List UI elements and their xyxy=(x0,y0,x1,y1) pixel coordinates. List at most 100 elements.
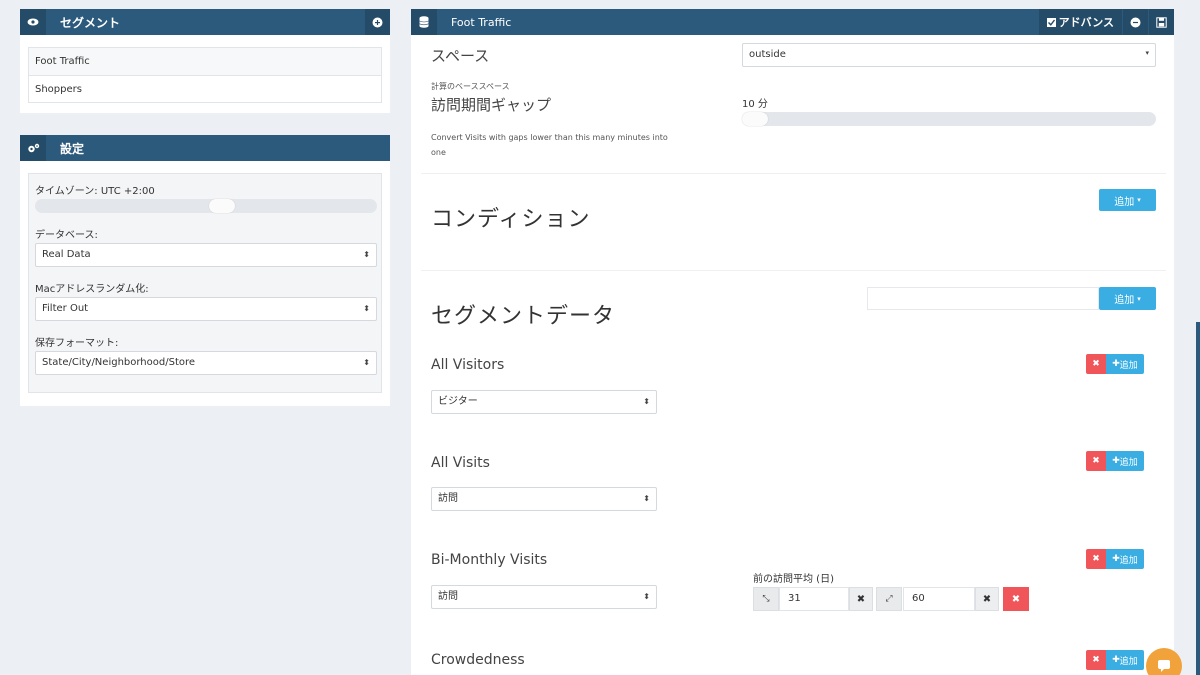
database-select-value: Real Data xyxy=(42,249,91,260)
segments-panel-title: セグメント xyxy=(60,15,121,30)
settings-panel: 設定 タイムゾーン: UTC +2:00 データベース: Real Data ⬍… xyxy=(20,135,390,406)
plus-icon: ✚ xyxy=(1112,456,1120,466)
main-panel: Foot Traffic アドバンス スペース outside ▾ 計算のベース… xyxy=(411,9,1174,675)
database-select[interactable]: Real Data ⬍ xyxy=(35,243,377,267)
visit-gap-help: Convert Visits with gaps lower than this… xyxy=(431,133,668,157)
space-label: スペース xyxy=(431,47,490,65)
mac-randomization-select[interactable]: Filter Out ⬍ xyxy=(35,297,377,321)
visit-gap-slider-knob[interactable] xyxy=(742,112,768,126)
visit-gap-slider[interactable] xyxy=(742,112,1156,126)
eye-icon xyxy=(20,9,46,35)
timezone-slider-knob[interactable] xyxy=(208,199,235,213)
plus-circle-icon[interactable] xyxy=(364,9,390,35)
visit-gap-value: 10 分 xyxy=(742,99,768,110)
chat-icon[interactable] xyxy=(1146,648,1182,675)
database-icon xyxy=(411,9,437,35)
save-format-select[interactable]: State/City/Neighborhood/Store ⬍ xyxy=(35,351,377,375)
row-all-visitors-title: All Visitors xyxy=(431,357,505,373)
plus-icon: ✚ xyxy=(1112,655,1120,665)
divider xyxy=(421,173,1166,174)
avg-max-input[interactable]: 60 xyxy=(903,587,975,611)
row-all-visitors-select[interactable]: ビジター ⬍ xyxy=(431,390,657,414)
save-icon[interactable] xyxy=(1148,9,1174,35)
add-condition-button[interactable]: 追加 ▾ xyxy=(1099,189,1156,211)
compress-icon: ⤡ xyxy=(753,587,779,611)
segments-panel: セグメント Foot Traffic Shoppers xyxy=(20,9,390,113)
divider xyxy=(421,270,1166,271)
row-all-visits-select[interactable]: 訪問 ⬍ xyxy=(431,487,657,511)
caret-down-icon: ▾ xyxy=(1137,294,1141,303)
close-icon: ✖ xyxy=(1092,456,1100,466)
plus-icon: ✚ xyxy=(1112,359,1120,369)
delete-range-button[interactable]: ✖ xyxy=(1003,587,1029,611)
add-condition-label: 追加 xyxy=(1114,196,1135,208)
space-select-value: outside xyxy=(749,49,786,60)
chevron-down-icon: ▾ xyxy=(1145,49,1149,57)
close-icon: ✖ xyxy=(1092,655,1100,665)
add-segment-data-button[interactable]: 追加 ▾ xyxy=(1099,287,1156,310)
segments-panel-header: セグメント xyxy=(20,9,390,35)
settings-panel-title: 設定 xyxy=(60,141,85,156)
main-panel-header: Foot Traffic アドバンス xyxy=(411,9,1174,35)
remove-row-button[interactable]: ✖ xyxy=(1086,451,1106,471)
page-scrollbar[interactable] xyxy=(1196,322,1200,675)
close-icon: ✖ xyxy=(856,593,866,605)
select-arrows-icon: ⬍ xyxy=(363,358,370,367)
row-bimonthly-visits-select[interactable]: 訪問 ⬍ xyxy=(431,585,657,609)
add-row-item-label: 追加 xyxy=(1119,656,1138,667)
row-bimonthly-visits-select-value: 訪問 xyxy=(438,591,458,602)
timezone-slider[interactable] xyxy=(35,199,377,213)
add-row-item-label: 追加 xyxy=(1119,457,1138,468)
mac-randomization-select-value: Filter Out xyxy=(42,303,89,314)
row-crowdedness-title: Crowdedness xyxy=(431,652,525,668)
close-icon: ✖ xyxy=(982,593,992,605)
row-bimonthly-visits-title: Bi-Monthly Visits xyxy=(431,552,548,568)
caret-down-icon: ▾ xyxy=(1137,196,1141,204)
save-format-select-value: State/City/Neighborhood/Store xyxy=(42,357,196,368)
add-row-item-button[interactable]: ✚ 追加 xyxy=(1106,549,1144,569)
close-icon: ✖ xyxy=(1011,593,1021,605)
database-label: データベース: xyxy=(35,230,98,241)
select-arrows-icon: ⬍ xyxy=(363,250,370,259)
base-space-label: 計算のベーススペース xyxy=(431,82,510,91)
clear-min-button[interactable]: ✖ xyxy=(849,587,873,611)
conditions-title: コンディション xyxy=(431,207,591,232)
checkbox-icon xyxy=(1046,17,1056,27)
add-row-item-label: 追加 xyxy=(1119,555,1138,566)
save-format-label: 保存フォーマット: xyxy=(35,338,119,349)
advanced-toggle[interactable]: アドバンス xyxy=(1037,9,1122,35)
add-row-item-button[interactable]: ✚ 追加 xyxy=(1106,354,1144,374)
clear-max-button[interactable]: ✖ xyxy=(975,587,999,611)
visit-gap-label: 訪問期間ギャップ xyxy=(431,96,552,114)
select-arrows-icon: ⬍ xyxy=(643,592,650,601)
select-arrows-icon: ⬍ xyxy=(643,494,650,503)
avg-previous-visit-label: 前の訪問平均 (日) xyxy=(753,574,834,585)
minus-circle-icon[interactable] xyxy=(1122,9,1148,35)
remove-row-button[interactable]: ✖ xyxy=(1086,549,1106,569)
close-icon: ✖ xyxy=(1092,359,1100,369)
add-segment-data-label: 追加 xyxy=(1114,295,1135,306)
segment-data-input[interactable] xyxy=(867,287,1099,310)
row-all-visits-select-value: 訪問 xyxy=(438,493,458,504)
remove-row-button[interactable]: ✖ xyxy=(1086,354,1106,374)
select-arrows-icon: ⬍ xyxy=(643,397,650,406)
timezone-label: タイムゾーン: UTC +2:00 xyxy=(35,186,155,197)
expand-icon: ⤢ xyxy=(876,587,902,611)
add-row-item-label: 追加 xyxy=(1119,360,1138,371)
segment-item-foot-traffic[interactable]: Foot Traffic xyxy=(29,48,381,75)
remove-row-button[interactable]: ✖ xyxy=(1086,650,1106,670)
select-arrows-icon: ⬍ xyxy=(363,304,370,313)
settings-box: タイムゾーン: UTC +2:00 データベース: Real Data ⬍ Ma… xyxy=(28,173,382,393)
row-all-visitors-select-value: ビジター xyxy=(438,396,478,407)
add-row-item-button[interactable]: ✚ 追加 xyxy=(1106,451,1144,471)
segment-item-shoppers[interactable]: Shoppers xyxy=(29,75,381,102)
close-icon: ✖ xyxy=(1092,554,1100,564)
space-select[interactable]: outside ▾ xyxy=(742,43,1156,67)
segments-list: Foot Traffic Shoppers xyxy=(28,47,382,103)
settings-panel-header: 設定 xyxy=(20,135,390,161)
avg-min-input[interactable]: 31 xyxy=(779,587,849,611)
row-all-visits-title: All Visits xyxy=(431,455,490,471)
main-panel-title: Foot Traffic xyxy=(451,15,512,29)
add-row-item-button[interactable]: ✚ 追加 xyxy=(1106,650,1144,670)
cogs-icon xyxy=(20,135,46,161)
